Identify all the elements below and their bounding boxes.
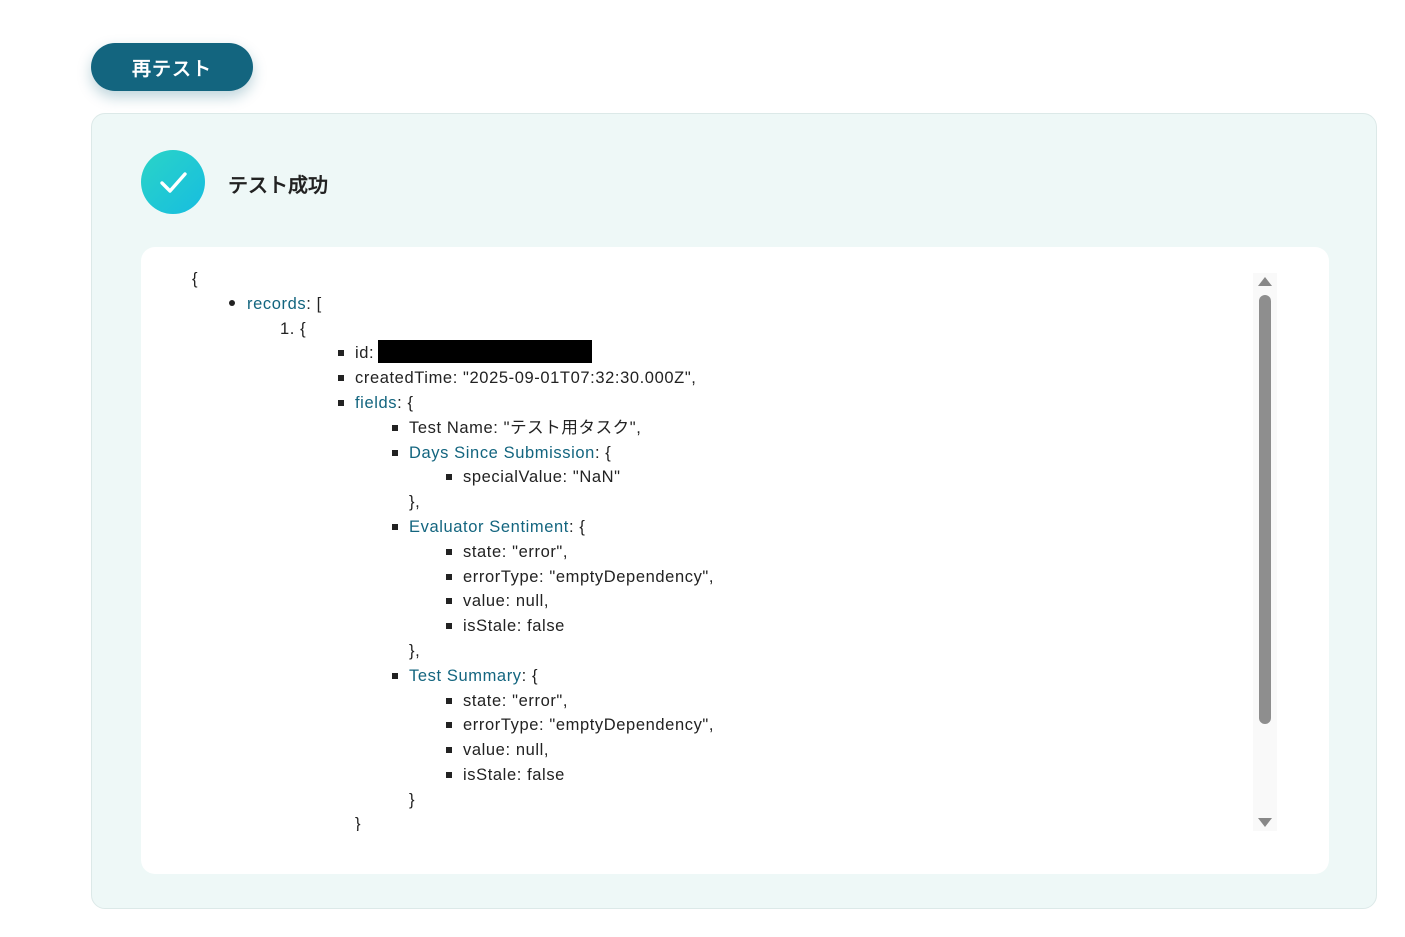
record-item-close: }: [355, 815, 362, 831]
json-open-brace: {: [192, 270, 199, 288]
test-result-panel: テスト成功 { records: [ 1. { id: createdTime:…: [91, 113, 1377, 909]
list-bullet: [392, 673, 398, 679]
evaluator-close: },: [409, 642, 421, 660]
evaluator-error-type-line: errorType: "emptyDependency",: [463, 568, 715, 586]
list-bullet: [229, 300, 235, 306]
scroll-up-icon[interactable]: [1258, 277, 1272, 286]
records-suffix: : [: [306, 295, 322, 313]
evaluator-suffix: : {: [568, 518, 586, 536]
checkmark-icon: [160, 172, 187, 193]
records-line: records: [: [247, 292, 322, 316]
list-bullet: [392, 425, 398, 431]
special-value-line: specialValue: "NaN": [463, 468, 621, 486]
summary-close: }: [409, 791, 416, 809]
list-bullet: [446, 722, 452, 728]
summary-error-type-line: errorType: "emptyDependency",: [463, 716, 715, 734]
summary-is-stale-line: isStale: false: [463, 766, 565, 784]
days-suffix: : {: [594, 444, 612, 462]
days-since-submission-key[interactable]: Days Since Submission: [409, 444, 595, 462]
id-label: id:: [355, 344, 375, 362]
vertical-scrollbar[interactable]: [1253, 273, 1277, 831]
list-bullet: [446, 698, 452, 704]
list-bullet: [446, 598, 452, 604]
fields-line: fields: {: [355, 391, 414, 415]
scrollbar-thumb[interactable]: [1259, 295, 1271, 724]
redaction-bar: [378, 340, 593, 364]
list-bullet: [446, 747, 452, 753]
summary-suffix: : {: [521, 667, 539, 685]
scroll-down-icon[interactable]: [1258, 818, 1272, 827]
list-bullet: [446, 772, 452, 778]
list-bullet: [392, 524, 398, 530]
evaluator-is-stale-line: isStale: false: [463, 617, 565, 635]
days-since-submission-line: Days Since Submission: {: [409, 441, 611, 465]
list-bullet: [446, 474, 452, 480]
evaluator-sentiment-line: Evaluator Sentiment: {: [409, 515, 585, 539]
fields-key[interactable]: fields: [355, 394, 397, 412]
created-time-line: createdTime: "2025-09-01T07:32:30.000Z",: [355, 369, 697, 387]
json-viewer[interactable]: { records: [ 1. { id: createdTime: "2025…: [141, 267, 1251, 831]
summary-value-line: value: null,: [463, 741, 550, 759]
list-bullet: [392, 450, 398, 456]
check-circle-icon: [141, 150, 205, 214]
list-bullet: [338, 350, 344, 356]
records-key[interactable]: records: [247, 295, 306, 313]
evaluator-value-line: value: null,: [463, 592, 550, 610]
test-summary-key[interactable]: Test Summary: [409, 667, 522, 685]
list-bullet: [338, 375, 344, 381]
test-summary-line: Test Summary: {: [409, 664, 538, 688]
list-bullet: [446, 574, 452, 580]
fields-suffix: : {: [397, 394, 414, 412]
json-output-box: { records: [ 1. { id: createdTime: "2025…: [141, 247, 1329, 874]
id-line: id:: [355, 340, 593, 365]
list-bullet: [446, 623, 452, 629]
record-item-1: 1. {: [280, 320, 307, 338]
list-bullet: [338, 400, 344, 406]
summary-state-line: state: "error",: [463, 692, 569, 710]
days-close: },: [409, 493, 421, 511]
test-name-line: Test Name: "テスト用タスク",: [409, 419, 642, 437]
retest-button[interactable]: 再テスト: [91, 43, 253, 91]
result-title: テスト成功: [228, 173, 328, 197]
evaluator-sentiment-key[interactable]: Evaluator Sentiment: [409, 518, 569, 536]
evaluator-state-line: state: "error",: [463, 543, 569, 561]
list-bullet: [446, 549, 452, 555]
